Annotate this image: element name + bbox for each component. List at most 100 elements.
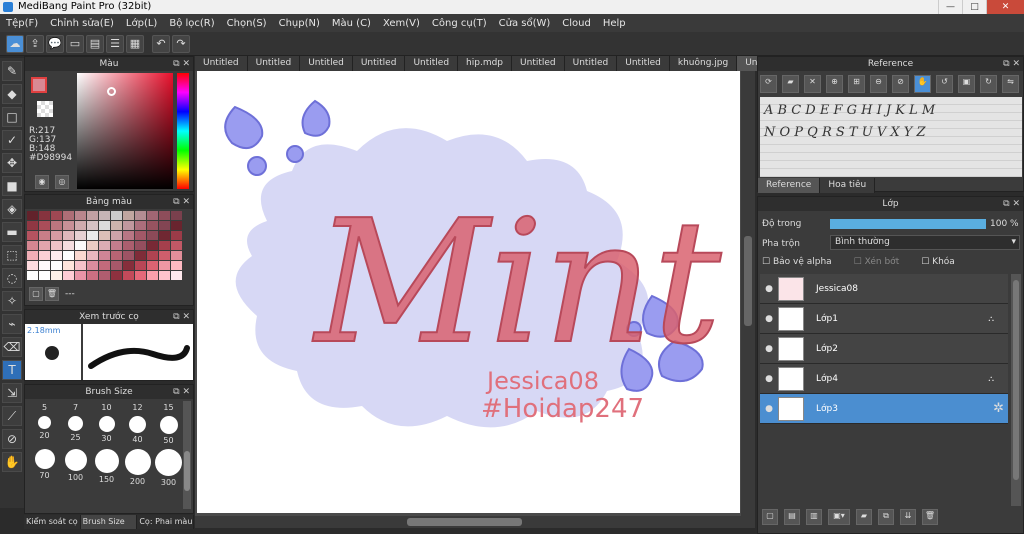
- palette-swatch[interactable]: [51, 211, 62, 220]
- palette-swatch[interactable]: [51, 271, 62, 280]
- list-icon[interactable]: ☰: [106, 34, 124, 53]
- palette-swatch[interactable]: [27, 271, 38, 280]
- brush-size-header[interactable]: 15: [153, 403, 184, 412]
- palette-swatch[interactable]: [87, 261, 98, 270]
- palette-swatch[interactable]: [159, 251, 170, 260]
- palette-swatch[interactable]: [75, 221, 86, 230]
- palette-swatch[interactable]: [63, 231, 74, 240]
- palette-swatch[interactable]: [123, 211, 134, 220]
- palette-swatch[interactable]: [75, 231, 86, 240]
- tab-brush-size[interactable]: Brush Size: [80, 515, 138, 529]
- palette-swatch[interactable]: [75, 251, 86, 260]
- alpha-lock-checkbox[interactable]: ☐ Bảo vệ alpha: [762, 257, 832, 267]
- palette-swatch[interactable]: [147, 211, 158, 220]
- new-swatch-icon[interactable]: ▢: [29, 287, 43, 301]
- palette-swatch[interactable]: [27, 251, 38, 260]
- palette-swatch[interactable]: [123, 231, 134, 240]
- tab-navigator[interactable]: Hoa tiêu: [820, 178, 876, 193]
- select-rect-tool-icon[interactable]: ⬚: [2, 245, 22, 265]
- maximize-button[interactable]: □: [962, 0, 986, 14]
- close-button[interactable]: ✕: [986, 0, 1024, 14]
- palette-swatch[interactable]: [135, 231, 146, 240]
- zoom-out-icon[interactable]: ⊖: [870, 75, 887, 93]
- new-layer-icon[interactable]: ▢: [762, 509, 778, 525]
- color-swap-icon[interactable]: ◎: [55, 175, 69, 189]
- palette-swatches[interactable]: [25, 209, 193, 282]
- palette-swatch[interactable]: [27, 221, 38, 230]
- tab-brush-fade[interactable]: Cọ: Phai màu: [137, 515, 195, 529]
- palette-swatch[interactable]: [75, 211, 86, 220]
- new-halftone-layer-icon[interactable]: ▤: [784, 509, 800, 525]
- color-saturation-field[interactable]: [77, 73, 173, 189]
- lasso-tool-icon[interactable]: ◌: [2, 268, 22, 288]
- grid-icon[interactable]: ▦: [126, 34, 144, 53]
- layer-row[interactable]: ● Lớp4 ⛬: [760, 364, 1008, 394]
- redo-icon[interactable]: ↷: [172, 34, 190, 53]
- palette-swatch[interactable]: [51, 241, 62, 250]
- palette-swatch[interactable]: [147, 231, 158, 240]
- rotate-right-icon[interactable]: ↻: [980, 75, 997, 93]
- panel-controls[interactable]: ⧉ ✕: [173, 385, 190, 399]
- menu-snap[interactable]: Chụp(N): [273, 18, 326, 29]
- document-tab[interactable]: Untitled: [564, 56, 618, 71]
- duplicate-layer-icon[interactable]: ⧉: [878, 509, 894, 525]
- palette-swatch[interactable]: [99, 271, 110, 280]
- palette-swatch[interactable]: [87, 221, 98, 230]
- menu-cloud[interactable]: Cloud: [556, 18, 597, 29]
- palette-swatch[interactable]: [39, 231, 50, 240]
- merge-layer-icon[interactable]: ⇊: [900, 509, 916, 525]
- menu-select[interactable]: Chọn(S): [221, 18, 273, 29]
- visibility-icon[interactable]: ●: [760, 284, 778, 294]
- document-tab[interactable]: Untitled: [195, 56, 248, 71]
- comment-icon[interactable]: 💬: [46, 34, 64, 53]
- brush-size-option[interactable]: 30: [91, 416, 122, 445]
- brush-size-option[interactable]: 150: [91, 449, 122, 487]
- fit-icon[interactable]: ⊞: [848, 75, 865, 93]
- palette-swatch[interactable]: [171, 271, 182, 280]
- clipping-checkbox[interactable]: ☐ Xén bớt: [854, 257, 900, 267]
- palette-swatch[interactable]: [159, 241, 170, 250]
- palette-swatch[interactable]: [111, 231, 122, 240]
- palette-swatch[interactable]: [171, 261, 182, 270]
- brush-tool-icon[interactable]: ✎: [2, 61, 22, 81]
- palette-swatch[interactable]: [39, 221, 50, 230]
- close-icon[interactable]: ✕: [804, 75, 821, 93]
- palette-swatch[interactable]: [147, 261, 158, 270]
- palette-swatch[interactable]: [27, 211, 38, 220]
- document-tab[interactable]: Untitled: [405, 56, 459, 71]
- palette-swatch[interactable]: [39, 271, 50, 280]
- pen-tool-icon[interactable]: ✓: [2, 130, 22, 150]
- text-tool-icon[interactable]: T: [2, 360, 22, 380]
- document-icon[interactable]: ▤: [86, 34, 104, 53]
- document-tab[interactable]: Untitled: [300, 56, 353, 71]
- palette-swatch[interactable]: [135, 261, 146, 270]
- palette-swatch[interactable]: [51, 251, 62, 260]
- palette-swatch[interactable]: [63, 241, 74, 250]
- palette-swatch[interactable]: [111, 241, 122, 250]
- palette-swatch[interactable]: [39, 261, 50, 270]
- palette-swatch[interactable]: [27, 241, 38, 250]
- canvas-horizontal-scrollbar[interactable]: [195, 516, 755, 528]
- palette-swatch[interactable]: [75, 271, 86, 280]
- brush-size-option[interactable]: 40: [122, 416, 153, 445]
- folder-icon[interactable]: ▰: [856, 509, 872, 525]
- palette-swatch[interactable]: [87, 251, 98, 260]
- fullscreen-icon[interactable]: ▣: [958, 75, 975, 93]
- layer-row[interactable]: ● Lớp3 ✲: [760, 394, 1008, 424]
- menu-window[interactable]: Cửa sổ(W): [493, 18, 557, 29]
- brush-size-option[interactable]: 20: [29, 416, 60, 445]
- palette-swatch[interactable]: [147, 251, 158, 260]
- refresh-icon[interactable]: ⟳: [760, 75, 777, 93]
- hand-icon[interactable]: ✋: [914, 75, 931, 93]
- document-tab[interactable]: Untitled: [352, 56, 406, 71]
- palette-swatch[interactable]: [123, 241, 134, 250]
- eraser-tool-icon[interactable]: ◆: [2, 84, 22, 104]
- brush-size-option[interactable]: 300: [153, 449, 184, 487]
- palette-swatch[interactable]: [99, 241, 110, 250]
- menu-edit[interactable]: Chỉnh sửa(E): [44, 18, 120, 29]
- palette-swatch[interactable]: [159, 231, 170, 240]
- palette-swatch[interactable]: [87, 211, 98, 220]
- rotate-left-icon[interactable]: ↺: [936, 75, 953, 93]
- panel-controls[interactable]: ⧉ ✕: [173, 195, 190, 209]
- operation-tool-icon[interactable]: ⇲: [2, 383, 22, 403]
